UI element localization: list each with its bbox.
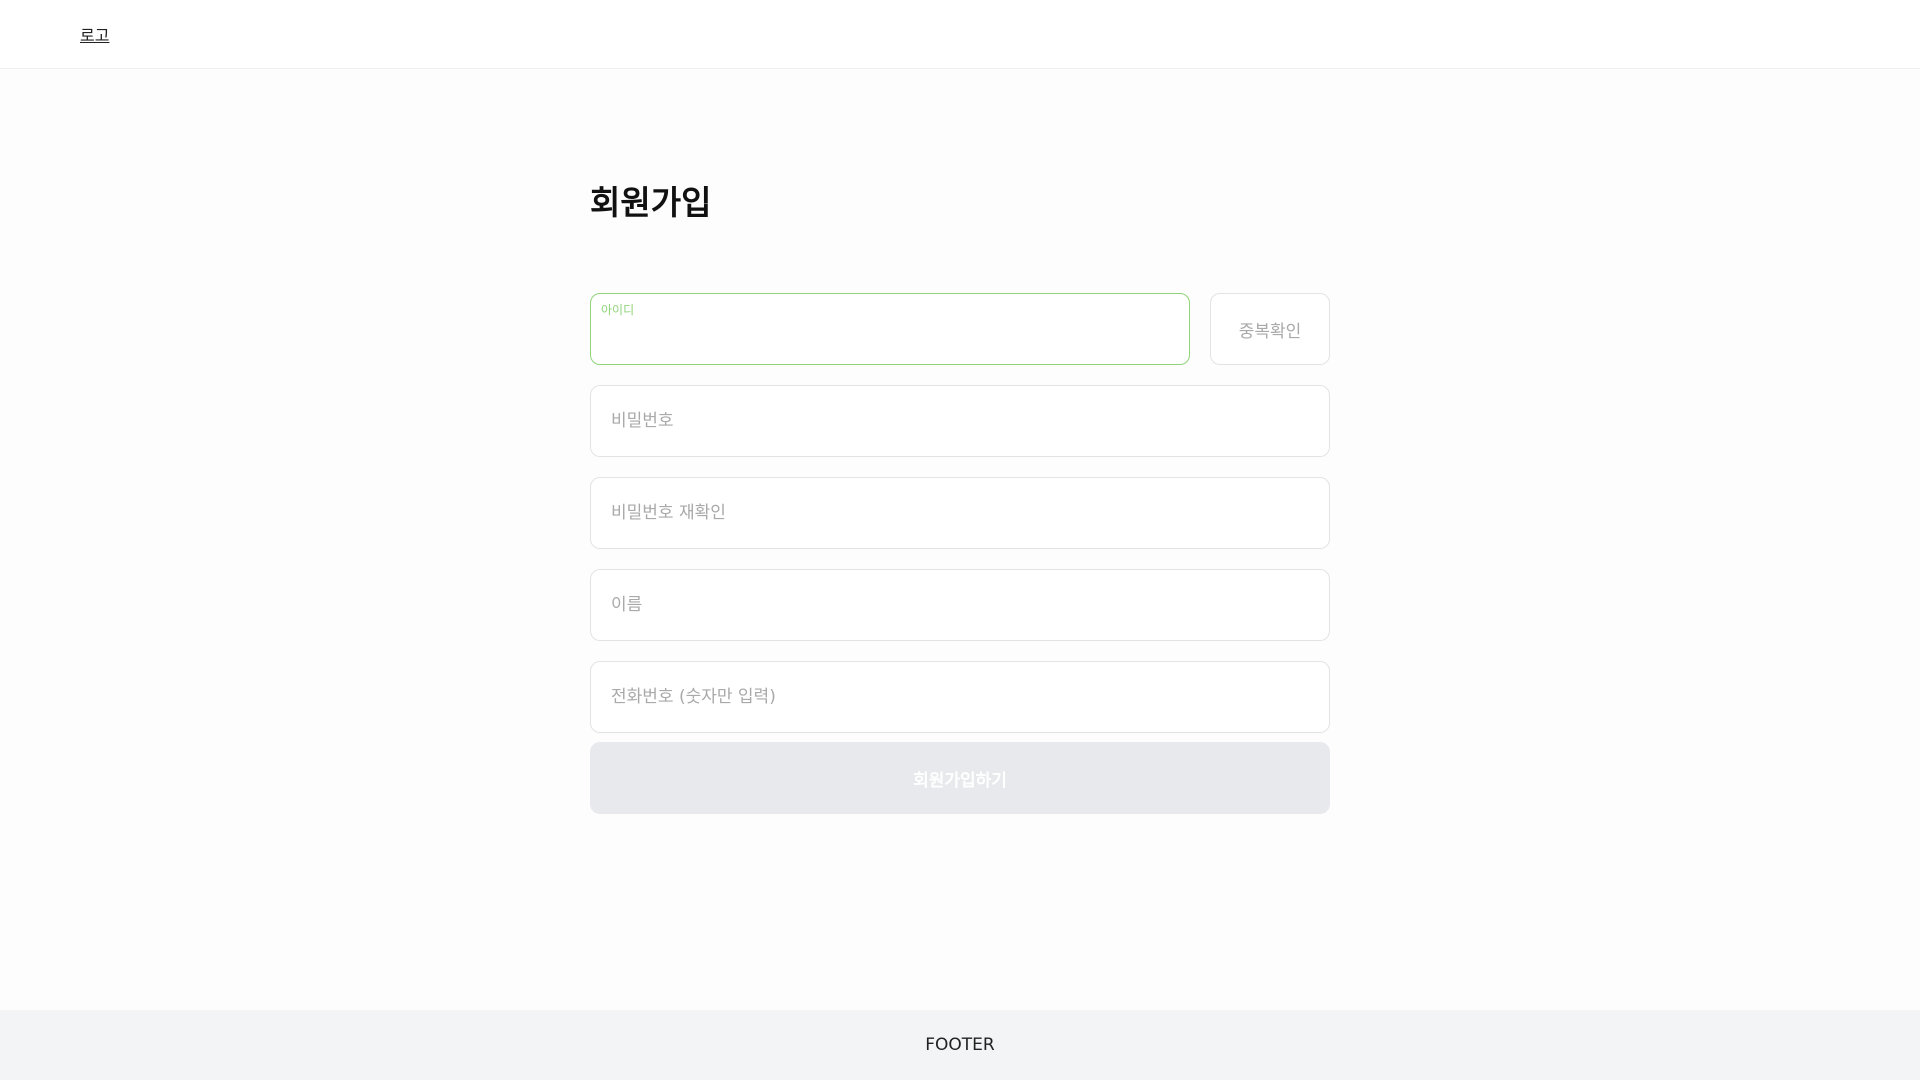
logo-link[interactable]: 로고 <box>80 22 109 46</box>
signup-submit-button[interactable]: 회원가입하기 <box>590 742 1330 814</box>
main-content: 회원가입 아이디 중복확인 회원가입하기 <box>0 69 1920 1010</box>
phone-field[interactable] <box>590 661 1330 733</box>
duplicate-check-button[interactable]: 중복확인 <box>1210 293 1330 365</box>
footer-text: FOOTER <box>925 1035 995 1055</box>
id-row: 아이디 중복확인 <box>590 293 1330 365</box>
password-input[interactable] <box>591 386 1329 456</box>
phone-input[interactable] <box>591 662 1329 732</box>
signup-form: 회원가입 아이디 중복확인 회원가입하기 <box>590 179 1330 814</box>
page-title: 회원가입 <box>590 183 712 222</box>
footer: FOOTER <box>0 1010 1920 1080</box>
id-field[interactable]: 아이디 <box>590 293 1190 365</box>
password-field[interactable] <box>590 385 1330 457</box>
name-input[interactable] <box>591 570 1329 640</box>
id-input[interactable] <box>591 294 1189 364</box>
name-field[interactable] <box>590 569 1330 641</box>
password-confirm-field[interactable] <box>590 477 1330 549</box>
header: 로고 <box>0 0 1920 69</box>
password-confirm-input[interactable] <box>591 478 1329 548</box>
